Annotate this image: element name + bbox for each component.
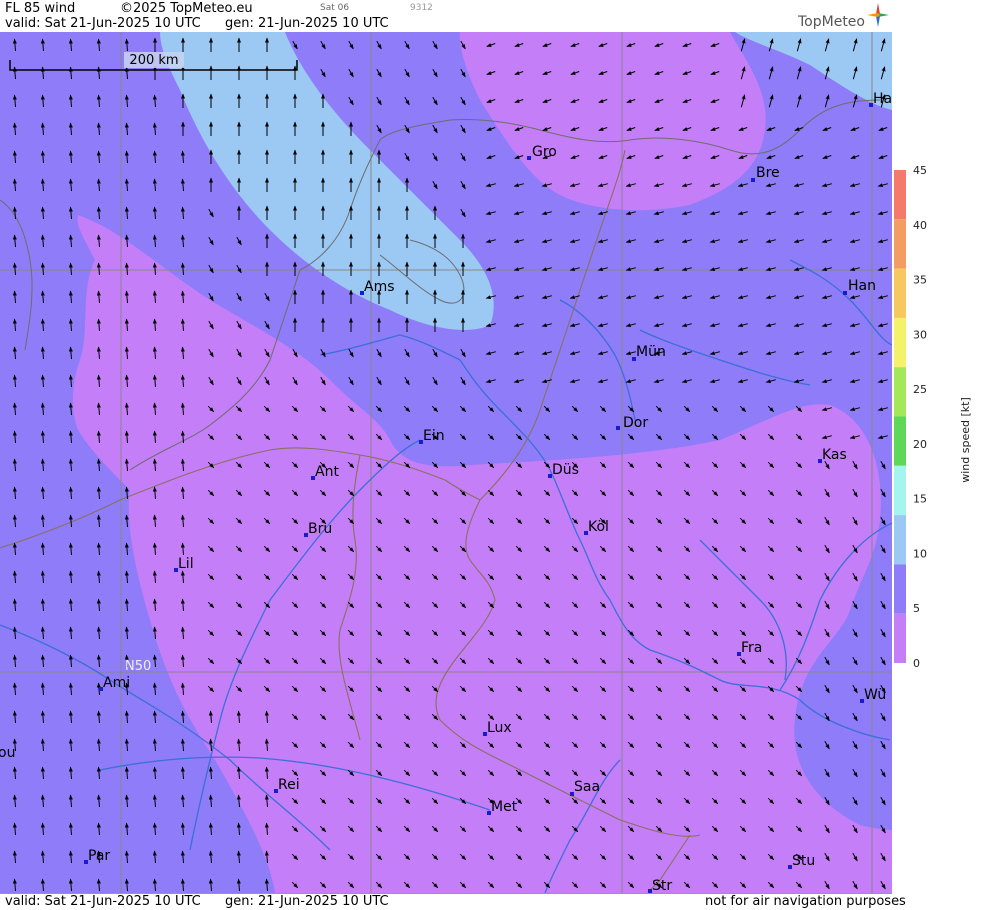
svg-text:Ant: Ant	[315, 464, 339, 480]
scale-label: 200 km	[129, 53, 178, 68]
city-met[interactable]: Met	[487, 799, 518, 815]
city-mun[interactable]: Mün	[632, 344, 666, 361]
legend-tick-label: 5	[913, 602, 920, 615]
svg-text:Lux: Lux	[487, 720, 512, 736]
legend-color-bar	[894, 170, 906, 663]
svg-text:Bre: Bre	[756, 165, 780, 181]
city-han[interactable]: Han	[843, 278, 876, 295]
legend-swatch	[894, 219, 906, 269]
svg-text:Par: Par	[88, 848, 110, 864]
svg-text:Ams: Ams	[364, 279, 395, 295]
brand-logo-text: TopMeteo	[798, 14, 865, 30]
svg-text:Kas: Kas	[822, 447, 847, 463]
city-par[interactable]: Par	[84, 848, 110, 864]
footer-gen-time: gen: 21-Jun-2025 10 UTC	[225, 894, 389, 909]
city-bru[interactable]: Bru	[304, 521, 332, 537]
legend-tick-label: 0	[913, 657, 920, 670]
legend-tick-label: 20	[913, 438, 927, 451]
city-ou[interactable]: ou	[0, 745, 15, 761]
city-bre[interactable]: Bre	[751, 165, 780, 182]
legend-title: wind speed [kt]	[959, 397, 972, 483]
legend-swatch	[894, 465, 906, 516]
legend-ticks: 45 40 35 30 25 20 15 10 5 0	[913, 164, 927, 670]
city-ein[interactable]: Ein	[419, 428, 445, 444]
city-kas[interactable]: Kas	[818, 447, 847, 463]
code-label: 9312	[410, 3, 433, 13]
legend-tick-label: 45	[913, 164, 927, 177]
svg-text:Wü: Wü	[864, 687, 886, 703]
svg-text:Gro: Gro	[532, 144, 557, 160]
wind-map[interactable]: 200 km N50 Gro Bre Ha Ams Han Mün Ein Do…	[0, 32, 892, 893]
legend-swatch	[894, 317, 906, 368]
svg-text:Lil: Lil	[178, 556, 194, 572]
legend-tick-label: 15	[913, 493, 927, 506]
svg-text:Stu: Stu	[792, 853, 815, 869]
city-gro[interactable]: Gro	[527, 144, 557, 160]
disclaimer: not for air navigation purposes	[705, 894, 906, 909]
legend-tick-label: 30	[913, 328, 927, 341]
legend-swatch	[894, 170, 906, 220]
city-dus[interactable]: Düs	[548, 462, 579, 478]
svg-text:Ami: Ami	[103, 675, 130, 691]
valid-time: valid: Sat 21-Jun-2025 10 UTC	[5, 16, 201, 31]
svg-text:Met: Met	[491, 799, 518, 815]
city-ams[interactable]: Ams	[360, 279, 395, 295]
chart-title: FL 85 wind	[5, 1, 76, 16]
legend-swatch	[894, 564, 906, 614]
legend-tick-label: 40	[913, 219, 927, 232]
legend-swatch	[894, 367, 906, 417]
svg-text:Köl: Köl	[588, 519, 609, 535]
legend-swatch	[894, 416, 906, 466]
svg-text:Fra: Fra	[741, 640, 762, 656]
gen-time: gen: 21-Jun-2025 10 UTC	[225, 16, 389, 31]
svg-text:ou: ou	[0, 745, 15, 761]
city-kol[interactable]: Köl	[584, 519, 609, 535]
city-ha[interactable]: Ha	[869, 91, 892, 107]
footer-valid-time: valid: Sat 21-Jun-2025 10 UTC	[5, 894, 201, 909]
svg-text:Saa: Saa	[574, 779, 600, 795]
wind-speed-legend: 45 40 35 30 25 20 15 10 5 0 wind speed [kt]	[894, 164, 972, 670]
legend-tick-label: 35	[913, 274, 927, 287]
header-bar: FL 85 wind ©2025 TopMeteo.eu Sat 06 9312…	[0, 0, 892, 33]
svg-text:Han: Han	[848, 278, 876, 294]
legend-tick-label: 25	[913, 383, 927, 396]
city-saa[interactable]: Saa	[570, 779, 600, 796]
latitude-label: N50	[125, 659, 151, 674]
legend-swatch	[894, 268, 906, 318]
legend-tick-label: 10	[913, 547, 927, 560]
city-wu[interactable]: Wü	[860, 687, 886, 703]
footer-bar: valid: Sat 21-Jun-2025 10 UTC gen: 21-Ju…	[0, 893, 906, 910]
svg-text:Mün: Mün	[636, 344, 666, 360]
svg-text:Düs: Düs	[552, 462, 579, 478]
svg-text:Bru: Bru	[308, 521, 332, 537]
city-lux[interactable]: Lux	[483, 720, 512, 736]
svg-text:Ein: Ein	[423, 428, 445, 444]
legend-swatch	[894, 515, 906, 565]
city-fra[interactable]: Fra	[737, 640, 762, 656]
svg-text:Rei: Rei	[278, 777, 300, 793]
city-stu[interactable]: Stu	[788, 853, 815, 869]
copyright-text: ©2025 TopMeteo.eu	[120, 1, 253, 16]
svg-text:Ha: Ha	[873, 91, 892, 107]
city-ami[interactable]: Ami	[99, 675, 130, 691]
city-rei[interactable]: Rei	[274, 777, 300, 793]
city-str[interactable]: Str	[648, 878, 672, 893]
sat-label: Sat 06	[320, 3, 350, 13]
compass-logo-icon	[867, 3, 889, 27]
svg-text:Str: Str	[652, 878, 672, 893]
legend-swatch	[894, 613, 906, 663]
svg-text:Dor: Dor	[623, 415, 648, 431]
city-ant[interactable]: Ant	[311, 464, 339, 480]
